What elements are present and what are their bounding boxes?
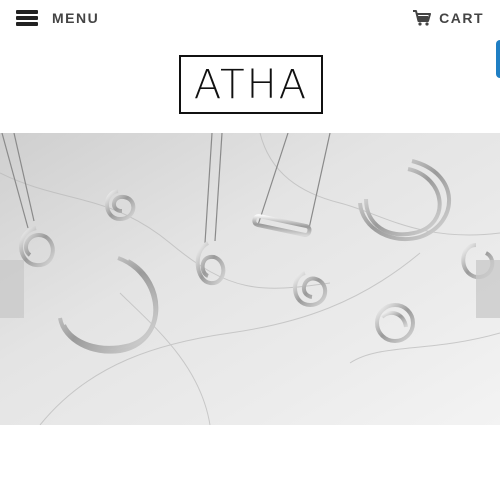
logo-text: ATHA (193, 61, 309, 108)
menu-button[interactable]: MENU (16, 8, 99, 28)
hamburger-icon (16, 10, 38, 26)
jewelry-photo (0, 133, 500, 425)
menu-label: MENU (52, 10, 100, 26)
hero-image (0, 133, 500, 425)
cart-icon (413, 10, 432, 26)
page: MENU CART ATHA (0, 0, 500, 500)
cart-label: CART (439, 10, 484, 26)
carousel-next-button[interactable] (476, 260, 500, 318)
carousel-prev-button[interactable] (0, 260, 24, 318)
side-tab[interactable] (496, 40, 500, 78)
cart-button[interactable]: CART (413, 8, 484, 28)
top-bar: MENU CART (0, 0, 500, 36)
brand-logo[interactable]: ATHA (179, 55, 323, 114)
